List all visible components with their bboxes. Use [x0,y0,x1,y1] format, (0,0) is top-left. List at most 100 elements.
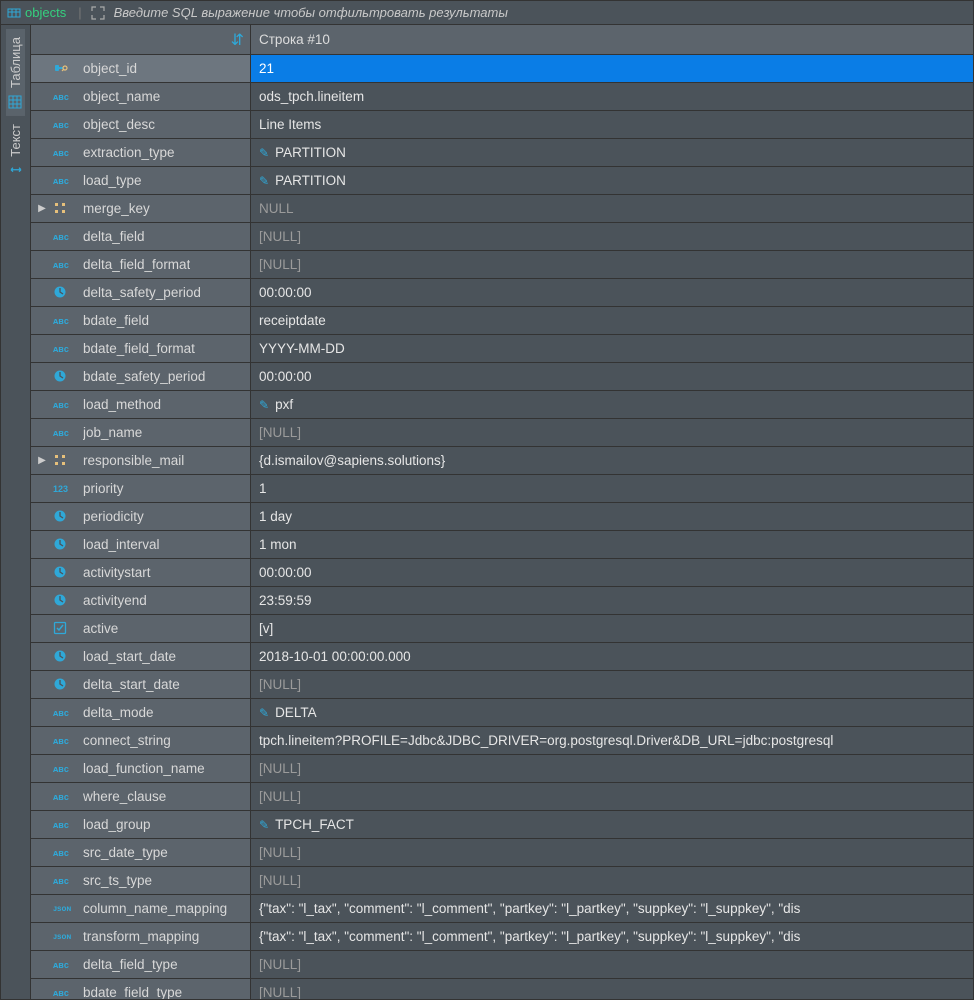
field-row-load_interval[interactable]: load_interval1 mon [31,531,973,559]
side-tab-text[interactable]: Текст [6,116,25,185]
field-row-priority[interactable]: 123priority1 [31,475,973,503]
field-row-delta_field_format[interactable]: ᴀʙᴄdelta_field_format[NULL] [31,251,973,279]
field-name-cell[interactable]: delta_start_date [31,671,251,698]
field-value-cell[interactable]: 1 day [251,503,973,530]
field-row-activityend[interactable]: activityend23:59:59 [31,587,973,615]
field-name-cell[interactable]: ᴀʙᴄdelta_field_type [31,951,251,978]
field-value-cell[interactable]: tpch.lineitem?PROFILE=Jdbc&JDBC_DRIVER=o… [251,727,973,754]
field-row-src_ts_type[interactable]: ᴀʙᴄsrc_ts_type[NULL] [31,867,973,895]
field-name-cell[interactable]: ▶responsible_mail [31,447,251,474]
field-row-object_name[interactable]: ᴀʙᴄobject_nameods_tpch.lineitem [31,83,973,111]
field-row-active[interactable]: active[v] [31,615,973,643]
field-value-cell[interactable]: 2018-10-01 00:00:00.000 [251,643,973,670]
field-row-load_start_date[interactable]: load_start_date2018-10-01 00:00:00.000 [31,643,973,671]
field-name-cell[interactable]: activityend [31,587,251,614]
field-name-cell[interactable]: ᴀʙᴄdelta_mode [31,699,251,726]
field-name-cell[interactable]: ᴀʙᴄsrc_date_type [31,839,251,866]
field-value-cell[interactable]: {"tax": "l_tax", "comment": "l_comment",… [251,923,973,950]
field-value-cell[interactable]: Line Items [251,111,973,138]
field-value-cell[interactable]: 23:59:59 [251,587,973,614]
field-name-cell[interactable]: object_id [31,55,251,82]
field-row-connect_string[interactable]: ᴀʙᴄconnect_stringtpch.lineitem?PROFILE=J… [31,727,973,755]
field-value-cell[interactable]: {"tax": "l_tax", "comment": "l_comment",… [251,895,973,922]
field-value-cell[interactable]: ods_tpch.lineitem [251,83,973,110]
field-name-cell[interactable]: active [31,615,251,642]
field-value-cell[interactable]: NULL [251,195,973,222]
expander-icon[interactable]: ▶ [37,203,47,214]
field-name-cell[interactable]: ᴀʙᴄobject_name [31,83,251,110]
field-name-cell[interactable]: ᴊsᴏɴcolumn_name_mapping [31,895,251,922]
field-value-cell[interactable]: ✎TPCH_FACT [251,811,973,838]
field-value-cell[interactable]: ✎pxf [251,391,973,418]
field-name-cell[interactable]: ᴊsᴏɴtransform_mapping [31,923,251,950]
field-row-job_name[interactable]: ᴀʙᴄjob_name[NULL] [31,419,973,447]
field-value-cell[interactable]: ✎PARTITION [251,167,973,194]
field-name-cell[interactable]: ᴀʙᴄload_method [31,391,251,418]
field-row-bdate_field_format[interactable]: ᴀʙᴄbdate_field_formatYYYY-MM-DD [31,335,973,363]
field-row-object_desc[interactable]: ᴀʙᴄobject_descLine Items [31,111,973,139]
edit-link-icon[interactable]: ✎ [259,706,269,720]
field-name-cell[interactable]: ᴀʙᴄdelta_field_format [31,251,251,278]
field-value-cell[interactable]: ✎DELTA [251,699,973,726]
tab-objects[interactable]: objects [25,5,66,20]
field-value-cell[interactable]: 21 [251,55,973,82]
edit-link-icon[interactable]: ✎ [259,398,269,412]
field-row-extraction_type[interactable]: ᴀʙᴄextraction_type✎PARTITION [31,139,973,167]
expand-icon[interactable] [90,5,106,21]
field-row-periodicity[interactable]: periodicity1 day [31,503,973,531]
field-value-cell[interactable]: [NULL] [251,951,973,978]
field-name-cell[interactable]: load_interval [31,531,251,558]
field-value-cell[interactable]: [NULL] [251,839,973,866]
field-name-cell[interactable]: ᴀʙᴄload_group [31,811,251,838]
field-value-cell[interactable]: [v] [251,615,973,642]
field-row-load_function_name[interactable]: ᴀʙᴄload_function_name[NULL] [31,755,973,783]
field-value-cell[interactable]: 1 [251,475,973,502]
field-value-cell[interactable]: receiptdate [251,307,973,334]
field-name-cell[interactable]: ᴀʙᴄextraction_type [31,139,251,166]
field-value-cell[interactable]: [NULL] [251,755,973,782]
field-name-cell[interactable]: ᴀʙᴄwhere_clause [31,783,251,810]
field-value-cell[interactable]: ✎PARTITION [251,139,973,166]
field-value-cell[interactable]: {d.ismailov@sapiens.solutions} [251,447,973,474]
field-row-load_group[interactable]: ᴀʙᴄload_group✎TPCH_FACT [31,811,973,839]
field-name-cell[interactable]: ᴀʙᴄdelta_field [31,223,251,250]
field-row-delta_safety_period[interactable]: delta_safety_period00:00:00 [31,279,973,307]
field-name-cell[interactable]: ᴀʙᴄload_function_name [31,755,251,782]
field-value-cell[interactable]: [NULL] [251,251,973,278]
record-label[interactable]: Строка #10 [251,25,973,54]
field-name-cell[interactable]: activitystart [31,559,251,586]
field-value-cell[interactable]: [NULL] [251,867,973,894]
field-row-src_date_type[interactable]: ᴀʙᴄsrc_date_type[NULL] [31,839,973,867]
field-row-bdate_field[interactable]: ᴀʙᴄbdate_fieldreceiptdate [31,307,973,335]
side-tab-table[interactable]: Таблица [6,29,25,116]
field-name-cell[interactable]: periodicity [31,503,251,530]
filter-input[interactable]: Введите SQL выражение чтобы отфильтроват… [114,5,508,20]
edit-link-icon[interactable]: ✎ [259,818,269,832]
field-value-cell[interactable]: [NULL] [251,671,973,698]
field-row-bdate_safety_period[interactable]: bdate_safety_period00:00:00 [31,363,973,391]
field-row-delta_start_date[interactable]: delta_start_date[NULL] [31,671,973,699]
field-name-cell[interactable]: ᴀʙᴄbdate_field_format [31,335,251,362]
field-name-cell[interactable]: ᴀʙᴄload_type [31,167,251,194]
field-value-cell[interactable]: 00:00:00 [251,279,973,306]
field-row-load_method[interactable]: ᴀʙᴄload_method✎pxf [31,391,973,419]
field-value-cell[interactable]: 00:00:00 [251,363,973,390]
field-value-cell[interactable]: YYYY-MM-DD [251,335,973,362]
field-value-cell[interactable]: 1 mon [251,531,973,558]
field-row-transform_mapping[interactable]: ᴊsᴏɴtransform_mapping{"tax": "l_tax", "c… [31,923,973,951]
field-name-cell[interactable]: ᴀʙᴄconnect_string [31,727,251,754]
header-sort-cell[interactable]: ⇵ [31,25,251,54]
field-name-cell[interactable]: delta_safety_period [31,279,251,306]
field-row-merge_key[interactable]: ▶merge_keyNULL [31,195,973,223]
expander-icon[interactable]: ▶ [37,455,47,466]
field-name-cell[interactable]: ᴀʙᴄbdate_field_type [31,979,251,999]
field-name-cell[interactable]: ᴀʙᴄjob_name [31,419,251,446]
edit-link-icon[interactable]: ✎ [259,174,269,188]
field-row-object_id[interactable]: object_id21 [31,55,973,83]
field-row-where_clause[interactable]: ᴀʙᴄwhere_clause[NULL] [31,783,973,811]
field-name-cell[interactable]: ᴀʙᴄbdate_field [31,307,251,334]
field-row-bdate_field_type[interactable]: ᴀʙᴄbdate_field_type[NULL] [31,979,973,999]
field-row-delta_field_type[interactable]: ᴀʙᴄdelta_field_type[NULL] [31,951,973,979]
field-row-responsible_mail[interactable]: ▶responsible_mail{d.ismailov@sapiens.sol… [31,447,973,475]
edit-link-icon[interactable]: ✎ [259,146,269,160]
